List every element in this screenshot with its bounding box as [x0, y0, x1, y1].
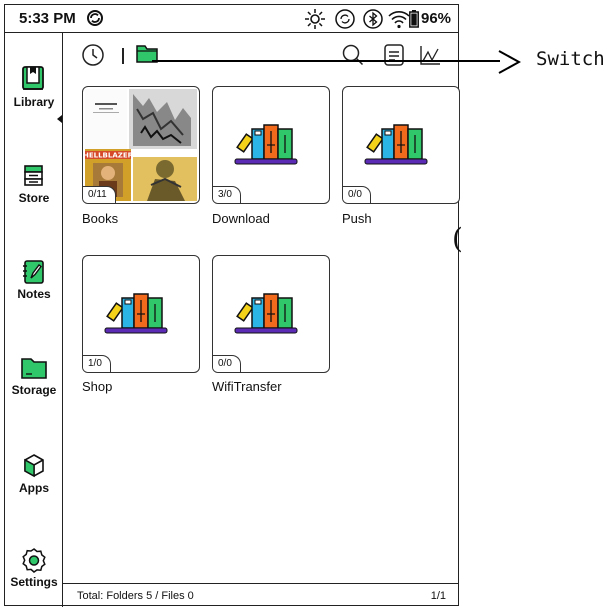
- svg-text:HELLBLAZER: HELLBLAZER: [85, 152, 134, 160]
- status-bar: 5:33 PM 96%: [5, 5, 458, 33]
- folder-count-badge: 1/0: [83, 355, 111, 372]
- scroll-handle[interactable]: (: [452, 222, 463, 255]
- sidebar-nav: Library Store Notes Storage Apps Setting…: [5, 33, 63, 607]
- sidebar-item-apps[interactable]: Apps: [5, 453, 63, 495]
- refresh-icon[interactable]: [334, 8, 356, 30]
- sidebar-item-label: Library: [13, 95, 55, 109]
- annotation-label: Switch: [536, 48, 605, 70]
- folder-name-books: Books: [82, 211, 119, 226]
- folder-card-download[interactable]: 3/0: [212, 86, 330, 204]
- folder-card-shop[interactable]: 1/0: [82, 255, 200, 373]
- folder-count-badge: 0/0: [213, 355, 241, 372]
- folder-card-push[interactable]: 0/0: [342, 86, 460, 204]
- books-cover-collage: HELLBLAZER: [85, 89, 197, 201]
- toolbar-divider: [122, 48, 124, 64]
- folder-card-books[interactable]: HELLBLAZER 0/11: [82, 86, 200, 204]
- sidebar-item-notes[interactable]: Notes: [5, 259, 63, 301]
- bookshelf-icon: [104, 293, 168, 334]
- sidebar-item-label: Storage: [11, 383, 57, 397]
- bluetooth-icon[interactable]: [362, 8, 384, 30]
- device-frame: 5:33 PM 96% Library Store Notes Storage …: [4, 4, 460, 607]
- arrow-right-icon: [498, 50, 521, 74]
- folder-count-badge: 3/0: [213, 186, 241, 203]
- status-time: 5:33 PM: [19, 10, 76, 27]
- bookshelf-icon: [234, 124, 298, 165]
- sidebar-item-label: Settings: [10, 575, 58, 589]
- settings-icon: [22, 548, 46, 573]
- folder-count-badge: 0/0: [343, 186, 371, 203]
- folder-name-shop: Shop: [82, 379, 113, 394]
- bookshelf-icon: [234, 293, 298, 334]
- folder-name-wifitransfer: WifiTransfer: [212, 379, 282, 394]
- brightness-icon[interactable]: [304, 8, 326, 30]
- footer-bar: Total: Folders 5 / Files 0 1/1: [63, 583, 458, 607]
- page-indicator[interactable]: 1/1: [431, 590, 446, 602]
- battery-icon: [409, 10, 419, 28]
- folder-name-download: Download: [212, 211, 270, 226]
- folder-card-wifitransfer[interactable]: 0/0: [212, 255, 330, 373]
- wifi-icon[interactable]: [387, 8, 411, 30]
- bookshelf-icon: [364, 124, 428, 165]
- store-icon: [24, 165, 43, 186]
- folder-count-badge: 0/11: [83, 186, 116, 203]
- recent-clock-icon[interactable]: [81, 43, 105, 67]
- storage-icon: [21, 358, 47, 379]
- search-icon[interactable]: [341, 43, 365, 67]
- active-indicator: [57, 115, 62, 123]
- sync-icon: [87, 10, 103, 26]
- sidebar-item-settings[interactable]: Settings: [5, 547, 63, 589]
- sidebar-item-store[interactable]: Store: [5, 163, 63, 205]
- sidebar-item-library[interactable]: Library: [5, 65, 63, 109]
- library-icon: [22, 66, 44, 90]
- list-icon[interactable]: [382, 43, 406, 67]
- footer-total: Total: Folders 5 / Files 0: [77, 590, 194, 602]
- folder-name-push: Push: [342, 211, 372, 226]
- sidebar-item-label: Notes: [17, 287, 51, 301]
- sidebar-item-label: Apps: [19, 481, 49, 495]
- notes-icon: [23, 260, 44, 284]
- sidebar-item-storage[interactable]: Storage: [5, 355, 63, 397]
- stats-icon[interactable]: [418, 43, 442, 67]
- apps-icon: [24, 454, 44, 478]
- annotation-line: [152, 60, 500, 62]
- battery-percent: 96%: [421, 10, 452, 27]
- sidebar-item-label: Store: [18, 191, 50, 205]
